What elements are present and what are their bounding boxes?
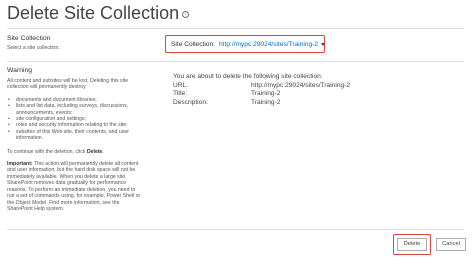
continue-instruction: To continue with the deletion, click Del… — [7, 149, 142, 155]
footer-separator — [7, 229, 464, 230]
confirmation-intro: You are about to delete the following si… — [173, 73, 323, 80]
warning-list: documents and document libraries; lists … — [7, 97, 142, 142]
detail-value: http://mypc:29024/sites/Training-2 — [251, 81, 351, 89]
continue-prefix: To continue with the deletion, click — [7, 148, 87, 155]
section-separator — [7, 61, 464, 62]
detail-row-url: URL: http://mypc:29024/sites/Training-2 — [173, 82, 350, 91]
delete-button[interactable]: Delete — [397, 238, 427, 251]
continue-suffix: . — [102, 148, 104, 155]
warning-section: Warning All content and subsites will be… — [7, 67, 142, 212]
page-title-text: Delete Site Collection — [7, 3, 180, 23]
detail-value: Training-2 — [251, 90, 281, 98]
detail-value: Training-2 — [251, 98, 281, 106]
site-collection-url[interactable]: http://mypc:29024/sites/Training-2 — [219, 41, 318, 48]
list-item: subsites of this Web site, their content… — [7, 129, 142, 142]
important-note: Important: This action will permanently … — [7, 161, 142, 212]
continue-delete-word: Delete — [86, 148, 103, 155]
site-collection-section: Site Collection Select a site collection… — [7, 35, 142, 51]
chevron-down-icon[interactable] — [321, 42, 326, 46]
site-collection-selector[interactable]: Site Collection: http://mypc:29024/sites… — [165, 35, 326, 53]
cancel-button[interactable]: Cancel — [436, 238, 466, 251]
site-collection-label: Site Collection: — [171, 40, 215, 48]
site-collection-heading: Site Collection — [7, 35, 51, 42]
detail-label: URL: — [173, 81, 189, 89]
list-item: lists and list data, including surveys, … — [7, 103, 142, 116]
detail-label: Description: — [173, 98, 208, 106]
page-title: Delete Site Collection i — [7, 2, 190, 24]
warning-intro: All content and subsites will be lost. D… — [7, 78, 129, 91]
detail-row-title: Title: Training-2 — [173, 90, 350, 99]
detail-row-description: Description: Training-2 — [173, 99, 350, 108]
info-icon[interactable]: i — [182, 10, 190, 18]
important-label: Important: — [7, 161, 33, 168]
confirmation-details: You are about to delete the following si… — [173, 73, 350, 107]
warning-heading: Warning — [7, 67, 33, 74]
important-text: This action will permanently delete all … — [7, 161, 141, 212]
detail-label: Title: — [173, 90, 188, 98]
header-separator — [7, 28, 464, 29]
site-collection-description: Select a site collection. — [7, 45, 60, 51]
